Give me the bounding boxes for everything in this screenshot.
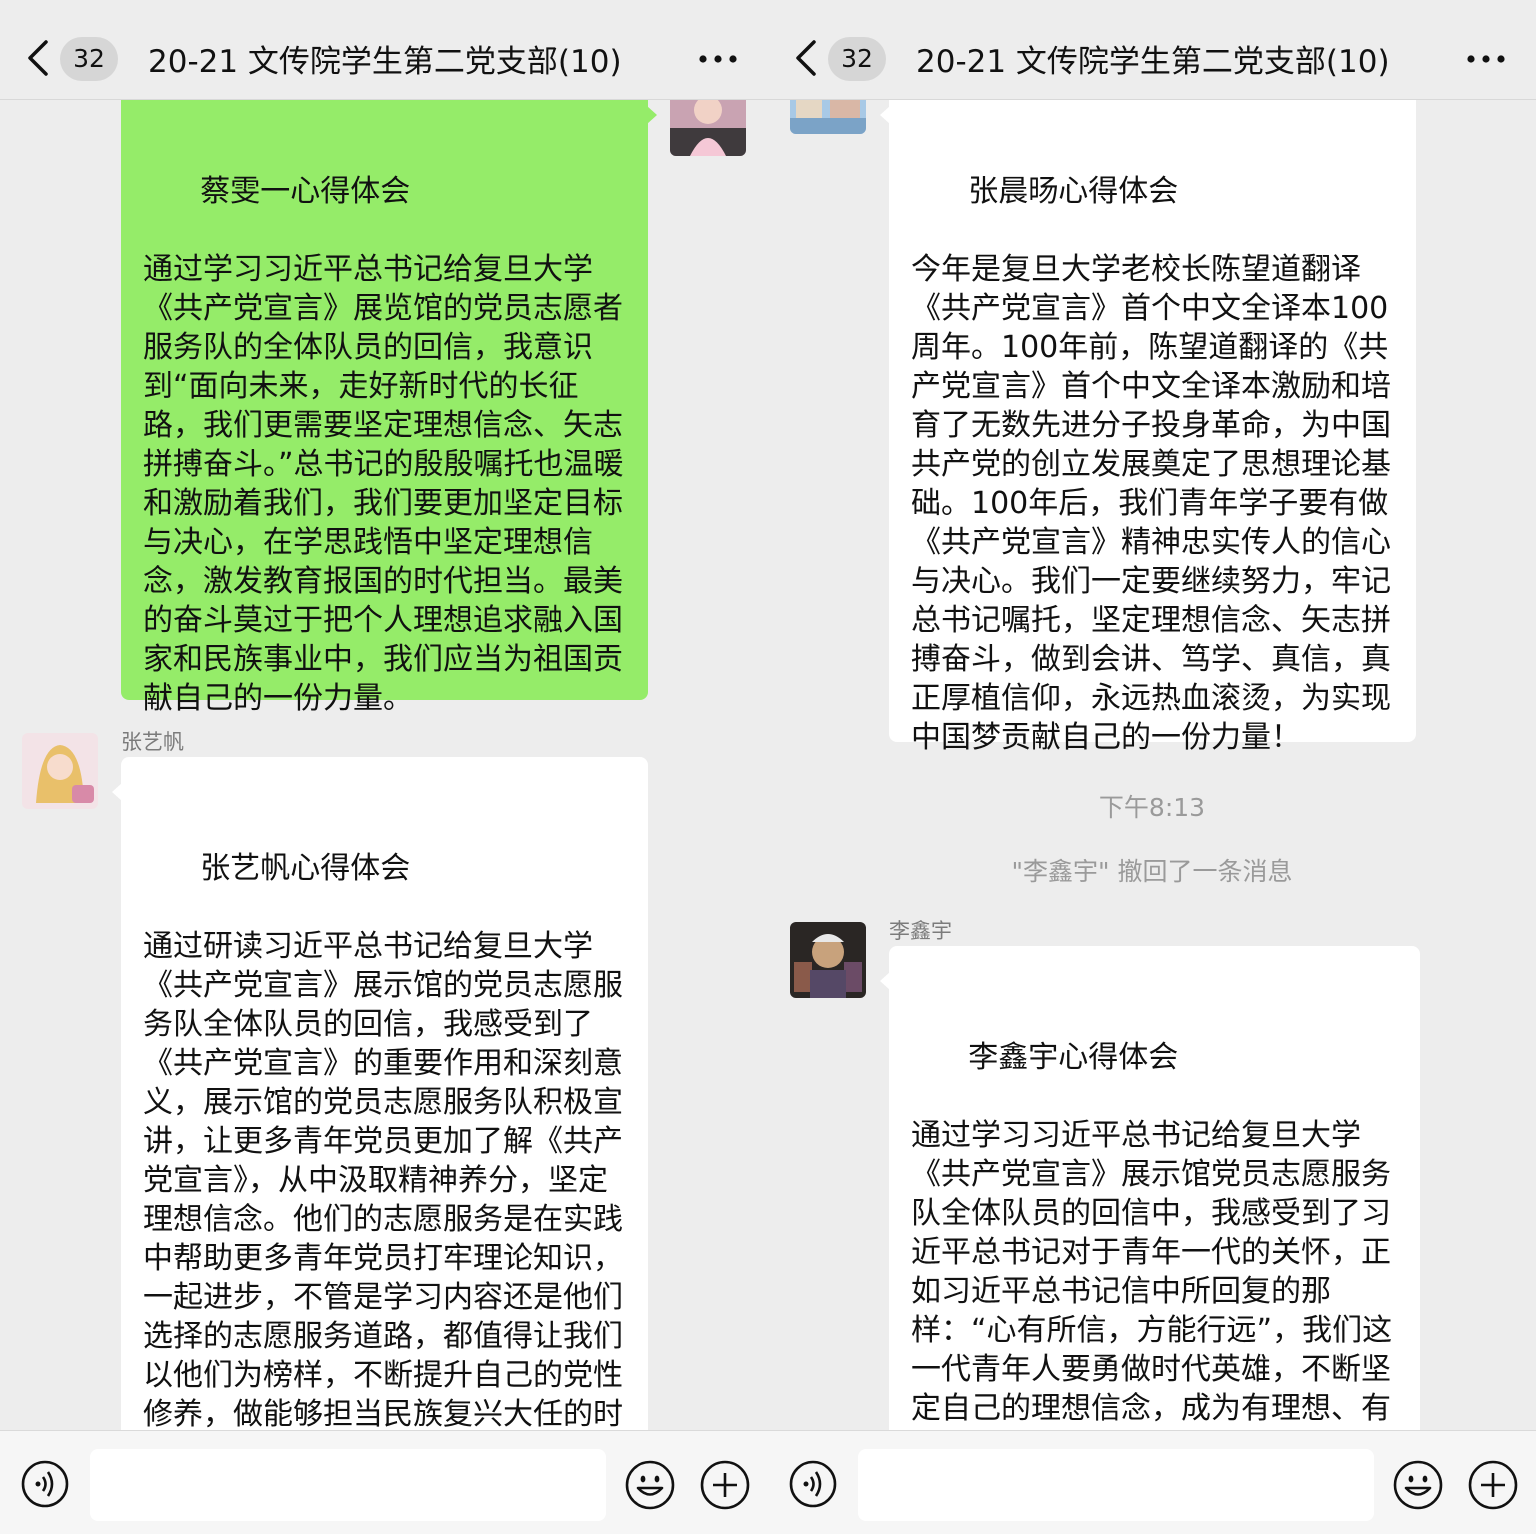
plus-icon[interactable] (1467, 1459, 1519, 1511)
message-text: 蔡雯一心得体会 通过学习习近平总书记给复旦大学《共产党宣言》展览馆的党员志愿者服… (143, 174, 624, 716)
message-bubble-received[interactable]: 张艺帆心得体会 通过研读习近平总书记给复旦大学《共产党宣言》展示馆的党员志愿服务… (112, 757, 648, 1477)
message-bubble-received[interactable]: 张晨旸心得体会 今年是复旦大学老校长陈望道翻译《共产党宣言》首个中文全译本100… (880, 80, 1416, 755)
unread-count-badge[interactable]: 32 (60, 37, 118, 81)
message-bubble-self[interactable]: 蔡雯一心得体会 通过学习习近平总书记给复旦大学《共产党宣言》展览馆的党员志愿者服… (121, 80, 657, 716)
voice-icon[interactable] (788, 1459, 838, 1509)
back-arrow-icon[interactable] (24, 38, 54, 78)
message-bubble-received[interactable]: 李鑫宇心得体会 通过学习习近平总书记给复旦大学《共产党宣言》展示馆党员志愿服务队… (880, 946, 1420, 1486)
message-list[interactable]: 张晨旸心得体会 今年是复旦大学老校长陈望道翻译《共产党宣言》首个中文全译本100… (768, 0, 1536, 1486)
chat-header: 32 20-21 文传院学生第二党支部(10) (0, 0, 768, 100)
message-input[interactable] (90, 1449, 606, 1521)
chat-title: 20-21 文传院学生第二党支部(10) (148, 44, 622, 80)
input-bar (768, 1430, 1536, 1534)
chat-window-right: 张晨旸心得体会 今年是复旦大学老校长陈望道翻译《共产党宣言》首个中文全译本100… (768, 0, 1536, 1534)
chat-title: 20-21 文传院学生第二党支部(10) (916, 44, 1390, 80)
message-list[interactable]: 蔡雯一心得体会 通过学习习近平总书记给复旦大学《共产党宣言》展览馆的党员志愿者服… (0, 0, 768, 1477)
input-bar (0, 1430, 768, 1534)
sender-name: 张艺帆 (121, 730, 184, 754)
contact-avatar[interactable] (22, 733, 98, 809)
recall-notice: "李鑫宇" 撤回了一条消息 (1011, 857, 1293, 886)
emoji-icon[interactable] (624, 1459, 676, 1511)
voice-icon[interactable] (20, 1459, 70, 1509)
bubble-tail (880, 972, 890, 990)
more-icon[interactable] (698, 54, 738, 64)
sender-name: 李鑫宇 (889, 919, 952, 943)
message-text: 张艺帆心得体会 通过研读习近平总书记给复旦大学《共产党宣言》展示馆的党员志愿服务… (143, 851, 623, 1471)
chat-window-left: 蔡雯一心得体会 通过学习习近平总书记给复旦大学《共产党宣言》展览馆的党员志愿者服… (0, 0, 768, 1534)
more-icon[interactable] (1466, 54, 1506, 64)
contact-avatar[interactable] (790, 922, 866, 998)
bubble-tail (880, 106, 890, 124)
unread-count-badge[interactable]: 32 (828, 37, 886, 81)
back-arrow-icon[interactable] (792, 38, 822, 78)
message-text: 张晨旸心得体会 今年是复旦大学老校长陈望道翻译《共产党宣言》首个中文全译本100… (911, 174, 1391, 755)
timestamp: 下午8:13 (1098, 793, 1206, 822)
message-input[interactable] (858, 1449, 1374, 1521)
bubble-tail (112, 783, 122, 801)
chat-header: 32 20-21 文传院学生第二党支部(10) (768, 0, 1536, 100)
message-text: 李鑫宇心得体会 通过学习习近平总书记给复旦大学《共产党宣言》展示馆党员志愿服务队… (911, 1040, 1393, 1465)
bubble-tail (647, 106, 657, 124)
emoji-icon[interactable] (1392, 1459, 1444, 1511)
plus-icon[interactable] (699, 1459, 751, 1511)
